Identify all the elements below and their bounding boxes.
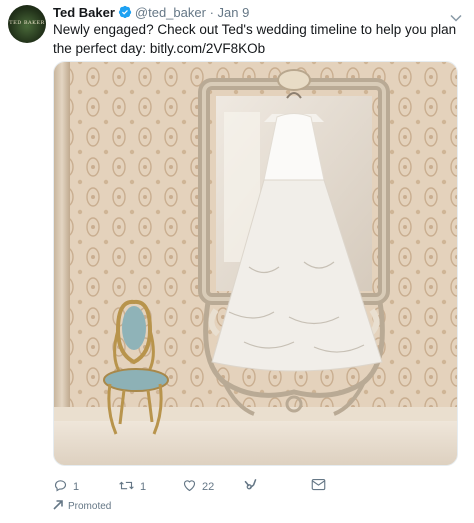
- tweet-text: Newly engaged? Check out Ted's wedding t…: [53, 20, 463, 58]
- direct-message-icon: [311, 478, 326, 494]
- retweet-count: 1: [140, 481, 147, 493]
- avatar[interactable]: TED BAKER: [8, 5, 46, 43]
- analytics-icon: [243, 478, 258, 496]
- tweet-date[interactable]: Jan 9: [218, 5, 250, 20]
- like-count: 22: [202, 481, 215, 493]
- retweet-button[interactable]: 1: [118, 478, 146, 496]
- author-handle[interactable]: @ted_baker: [135, 5, 206, 20]
- like-icon: [182, 478, 197, 496]
- direct-message-button[interactable]: [311, 478, 326, 494]
- promoted-text: Promoted: [68, 501, 112, 512]
- tweet-actions: 1 1 22: [53, 478, 353, 496]
- promoted-label: Promoted: [53, 500, 111, 513]
- reply-button[interactable]: 1: [53, 478, 79, 496]
- tweet-link[interactable]: bitly.com/2VF8KOb: [150, 41, 265, 56]
- retweet-icon: [118, 478, 135, 496]
- reply-icon: [53, 478, 68, 496]
- avatar-logo: TED BAKER: [9, 20, 45, 26]
- promoted-icon: [53, 500, 63, 513]
- author-name[interactable]: Ted Baker: [53, 5, 115, 20]
- analytics-button[interactable]: [243, 478, 258, 496]
- reply-count: 1: [73, 481, 80, 493]
- tweet-media[interactable]: [53, 61, 458, 466]
- header-separator: ·: [209, 5, 214, 20]
- like-button[interactable]: 22: [182, 478, 214, 496]
